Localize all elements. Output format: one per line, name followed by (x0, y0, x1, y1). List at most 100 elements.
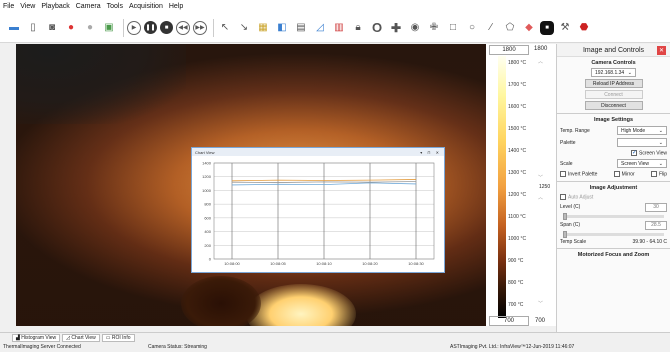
polygon-icon[interactable]: ⬠ (502, 20, 518, 36)
diamond-icon[interactable]: ◆ (521, 20, 537, 36)
play-icon[interactable]: ▶ (127, 20, 141, 35)
line-icon[interactable]: ↘ (236, 20, 252, 36)
file-icon[interactable]: ▯ (25, 20, 41, 36)
circle-icon[interactable]: O (369, 20, 385, 36)
pointer-icon[interactable]: ↖ (217, 20, 233, 36)
level-input[interactable]: 30 (645, 202, 667, 212)
scale-tick-label: 1400 °C (508, 148, 527, 154)
stop-big-icon[interactable]: ■ (540, 20, 554, 35)
menu-playback[interactable]: Playback (41, 3, 69, 10)
mirror-checkbox[interactable]: Mirror (613, 171, 635, 178)
connect-button[interactable]: Connect (584, 90, 643, 99)
ip-address-select[interactable]: 192.168.1.34 ⌄ (591, 68, 636, 77)
menu-file[interactable]: File (3, 3, 14, 10)
record-icon[interactable]: ● (63, 20, 79, 36)
menu-camera[interactable]: Camera (76, 3, 101, 10)
checkbox-checked-icon[interactable] (631, 149, 637, 156)
span-input[interactable]: 28.5 (645, 220, 667, 230)
invert-palette-checkbox[interactable]: Invert Palette (560, 171, 597, 178)
lock-icon[interactable]: 🔒︎ (350, 20, 366, 36)
scale-min-input[interactable]: 700 (489, 316, 529, 326)
scroll-down-icon[interactable]: ﹀ (538, 300, 543, 307)
crosshair-icon[interactable]: ✙ (426, 20, 442, 36)
checkbox-icon[interactable] (650, 171, 657, 178)
chevron-down-icon: ⌄ (658, 127, 663, 134)
tab-roi-info[interactable]: ▭ ROI Info (101, 333, 135, 342)
x-tick-label: 10:08:05 (270, 261, 286, 266)
level-row: Level (C) 30 (557, 202, 670, 212)
line-tool-icon[interactable]: ∕ (483, 20, 499, 36)
scale-tick-label: 1500 °C (508, 126, 527, 132)
stop-icon[interactable]: ■ (160, 21, 173, 34)
scale-tick-label: 800 °C (508, 280, 524, 286)
screen-view-label: Screen View (639, 150, 667, 157)
grid-icon[interactable]: ▤ (293, 20, 309, 36)
mirror-label: Mirror (621, 171, 635, 178)
scale-max-input[interactable]: 1800 (489, 45, 529, 55)
thermal-region (16, 44, 186, 124)
slider-thumb[interactable] (563, 212, 567, 220)
auto-adjust-checkbox[interactable]: Auto Adjust (560, 193, 593, 200)
layer-icon[interactable]: ◧ (274, 20, 290, 36)
server-status: ThermalImaging Server Connected (3, 344, 81, 350)
scale-tick-label: 1100 °C (508, 214, 526, 220)
image-settings-title: Image Settings (593, 117, 634, 123)
divider (557, 180, 670, 182)
chart-icon[interactable]: ◿ (312, 20, 328, 36)
level-slider[interactable] (563, 212, 664, 220)
table-icon[interactable]: ▥ (331, 20, 347, 36)
camera-controls-title: Camera Controls (591, 60, 636, 66)
auto-adjust-row: Auto Adjust (557, 193, 670, 200)
flip-checkbox[interactable]: Flip (650, 171, 667, 178)
camera-status: Camera Status: Streaming (148, 344, 207, 350)
thermal-region (181, 276, 261, 326)
square-icon[interactable]: □ (445, 20, 461, 36)
forward-icon[interactable]: ▶▶ (193, 20, 207, 35)
ellipse-icon[interactable]: ○ (464, 20, 480, 36)
menu-help[interactable]: Help (169, 3, 183, 10)
move-icon[interactable]: ✚ (388, 20, 404, 36)
palette-select[interactable]: ⌄ (617, 138, 667, 147)
checkbox-icon[interactable] (560, 171, 566, 178)
menu-view[interactable]: View (20, 3, 35, 10)
scroll-down-icon[interactable]: ﹀ (538, 174, 543, 181)
close-icon[interactable]: ✕ (657, 46, 666, 55)
menu-tools[interactable]: Tools (107, 3, 123, 10)
pause-icon[interactable]: ❚❚ (144, 21, 157, 34)
chevron-down-icon: ⌄ (658, 139, 663, 146)
image-adjustment-title: Image Adjustment (589, 184, 638, 191)
checkbox-icon[interactable] (560, 193, 566, 200)
reload-ip-button[interactable]: Reload IP Address (584, 79, 643, 88)
camera-icon[interactable]: ◙ (44, 20, 60, 36)
span-slider[interactable] (563, 230, 664, 238)
x-tick-label: 10:08:10 (316, 261, 332, 266)
menu-bar: File View Playback Camera Tools Acquisit… (0, 0, 670, 13)
checkbox-icon[interactable] (613, 171, 620, 178)
alarm-icon[interactable]: ⬣ (576, 20, 592, 36)
snapshot-icon[interactable]: ▣ (101, 20, 117, 36)
scale-select[interactable]: Screen View ⌄ (617, 159, 667, 169)
tab-histogram-view[interactable]: ▟ Histogram View (12, 333, 61, 342)
eye-icon[interactable]: ◉ (407, 20, 423, 36)
image-icon[interactable]: ▦ (255, 20, 271, 36)
palette-gradient-bar (498, 56, 506, 318)
tab-chart-view[interactable]: ◿ Chart View (62, 333, 100, 342)
rewind-icon[interactable]: ◀◀ (176, 20, 190, 35)
scroll-up-icon[interactable]: ︿ (538, 58, 543, 65)
window-controls-icon[interactable]: ▾ ⊓ ✕ (420, 150, 441, 155)
scroll-up-icon[interactable]: ︿ (538, 194, 543, 201)
y-tick-label: 1400 (202, 161, 212, 166)
menu-acquisition[interactable]: Acquisition (129, 3, 163, 10)
panel-title: Image and Controls (582, 46, 645, 54)
tools-icon[interactable]: ⚒ (557, 20, 573, 36)
temp-range-select[interactable]: High Mode ⌄ (617, 126, 667, 135)
screen-view-checkbox[interactable]: Screen View (631, 149, 667, 157)
slider-thumb[interactable] (563, 230, 567, 238)
temp-scale-label: Temp Scale (560, 238, 587, 245)
record-dot-icon[interactable]: ● (82, 20, 98, 36)
disconnect-button[interactable]: Disconnect (584, 101, 643, 110)
chart-view-window[interactable]: Chart View ▾ ⊓ ✕ 0 200 400 600 800 1000 1200 14… (191, 147, 445, 273)
chart-window-titlebar[interactable]: Chart View ▾ ⊓ ✕ (192, 148, 444, 156)
scale-tick-label: 1200 °C (508, 192, 527, 198)
folder-icon[interactable]: ▬ (6, 20, 22, 36)
